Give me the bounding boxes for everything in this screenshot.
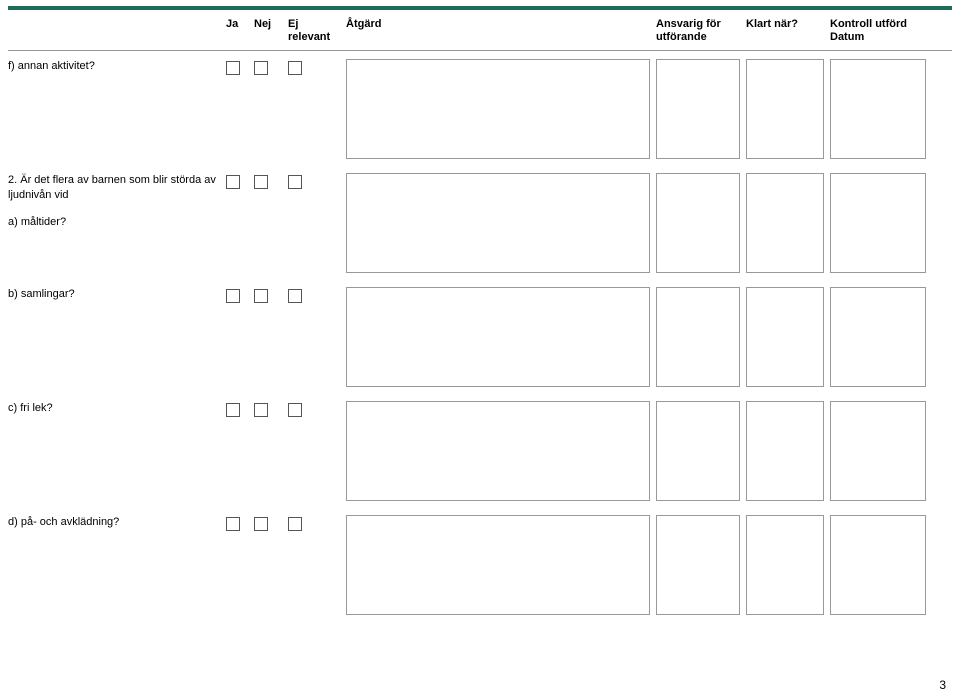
header-ansvarig-line2: utförande <box>656 31 742 44</box>
field-kontroll[interactable] <box>830 515 926 615</box>
field-klart[interactable] <box>746 287 824 387</box>
field-ansvarig[interactable] <box>656 515 740 615</box>
checkbox-ej-relevant[interactable] <box>288 61 302 75</box>
field-ansvarig[interactable] <box>656 287 740 387</box>
question-cell: d) på- och avklädning? <box>8 515 226 621</box>
checkbox-ja[interactable] <box>226 175 240 189</box>
checkbox-ja[interactable] <box>226 517 240 531</box>
field-klart[interactable] <box>746 59 824 159</box>
table-row: b) samlingar? <box>8 279 952 393</box>
question-cell: b) samlingar? <box>8 287 226 393</box>
question-cell: f) annan aktivitet? <box>8 59 226 165</box>
header-row: Ja Nej Ej relevant Åtgärd Ansvarig för u… <box>8 10 952 51</box>
header-ej-relevant: Ej relevant <box>288 18 346 44</box>
checkbox-ja[interactable] <box>226 403 240 417</box>
field-ansvarig[interactable] <box>656 59 740 159</box>
field-ansvarig[interactable] <box>656 401 740 501</box>
checkbox-nej[interactable] <box>254 61 268 75</box>
field-kontroll[interactable] <box>830 59 926 159</box>
field-atgard[interactable] <box>346 173 650 273</box>
header-kontroll-line2: Datum <box>830 31 928 44</box>
checkbox-ja[interactable] <box>226 289 240 303</box>
header-kontroll-line1: Kontroll utförd <box>830 18 928 31</box>
checkbox-nej[interactable] <box>254 175 268 189</box>
question-text: 2. Är det flera av barnen som blir störd… <box>8 173 226 203</box>
question-cell: 2. Är det flera av barnen som blir störd… <box>8 173 226 279</box>
table-row: c) fri lek? <box>8 393 952 507</box>
subquestion-text: a) måltider? <box>8 215 226 230</box>
header-kontroll: Kontroll utförd Datum <box>830 18 932 44</box>
field-klart[interactable] <box>746 401 824 501</box>
header-atgard: Åtgärd <box>346 18 656 44</box>
header-klart: Klart när? <box>746 18 830 44</box>
table-row: 2. Är det flera av barnen som blir störd… <box>8 165 952 279</box>
table-row: f) annan aktivitet? <box>8 51 952 165</box>
header-question-spacer <box>8 18 226 44</box>
question-text: c) fri lek? <box>8 401 226 416</box>
header-ansvarig-line1: Ansvarig för <box>656 18 742 31</box>
question-text: b) samlingar? <box>8 287 226 302</box>
checkbox-ej-relevant[interactable] <box>288 289 302 303</box>
field-kontroll[interactable] <box>830 401 926 501</box>
header-ja: Ja <box>226 18 254 44</box>
field-klart[interactable] <box>746 173 824 273</box>
question-text: f) annan aktivitet? <box>8 59 226 74</box>
checkbox-nej[interactable] <box>254 289 268 303</box>
question-cell: c) fri lek? <box>8 401 226 507</box>
field-atgard[interactable] <box>346 401 650 501</box>
checkbox-nej[interactable] <box>254 517 268 531</box>
table-row: d) på- och avklädning? <box>8 507 952 621</box>
field-kontroll[interactable] <box>830 287 926 387</box>
checkbox-nej[interactable] <box>254 403 268 417</box>
field-atgard[interactable] <box>346 515 650 615</box>
checkbox-ja[interactable] <box>226 61 240 75</box>
header-ej-line1: Ej <box>288 18 342 31</box>
header-ej-line2: relevant <box>288 31 342 44</box>
field-klart[interactable] <box>746 515 824 615</box>
field-atgard[interactable] <box>346 287 650 387</box>
field-ansvarig[interactable] <box>656 173 740 273</box>
field-atgard[interactable] <box>346 59 650 159</box>
header-ansvarig: Ansvarig för utförande <box>656 18 746 44</box>
question-text: d) på- och avklädning? <box>8 515 226 530</box>
field-kontroll[interactable] <box>830 173 926 273</box>
header-nej: Nej <box>254 18 288 44</box>
page-number: 3 <box>939 678 946 692</box>
checkbox-ej-relevant[interactable] <box>288 175 302 189</box>
main-grid: Ja Nej Ej relevant Åtgärd Ansvarig för u… <box>0 10 960 621</box>
checkbox-ej-relevant[interactable] <box>288 403 302 417</box>
checkbox-ej-relevant[interactable] <box>288 517 302 531</box>
